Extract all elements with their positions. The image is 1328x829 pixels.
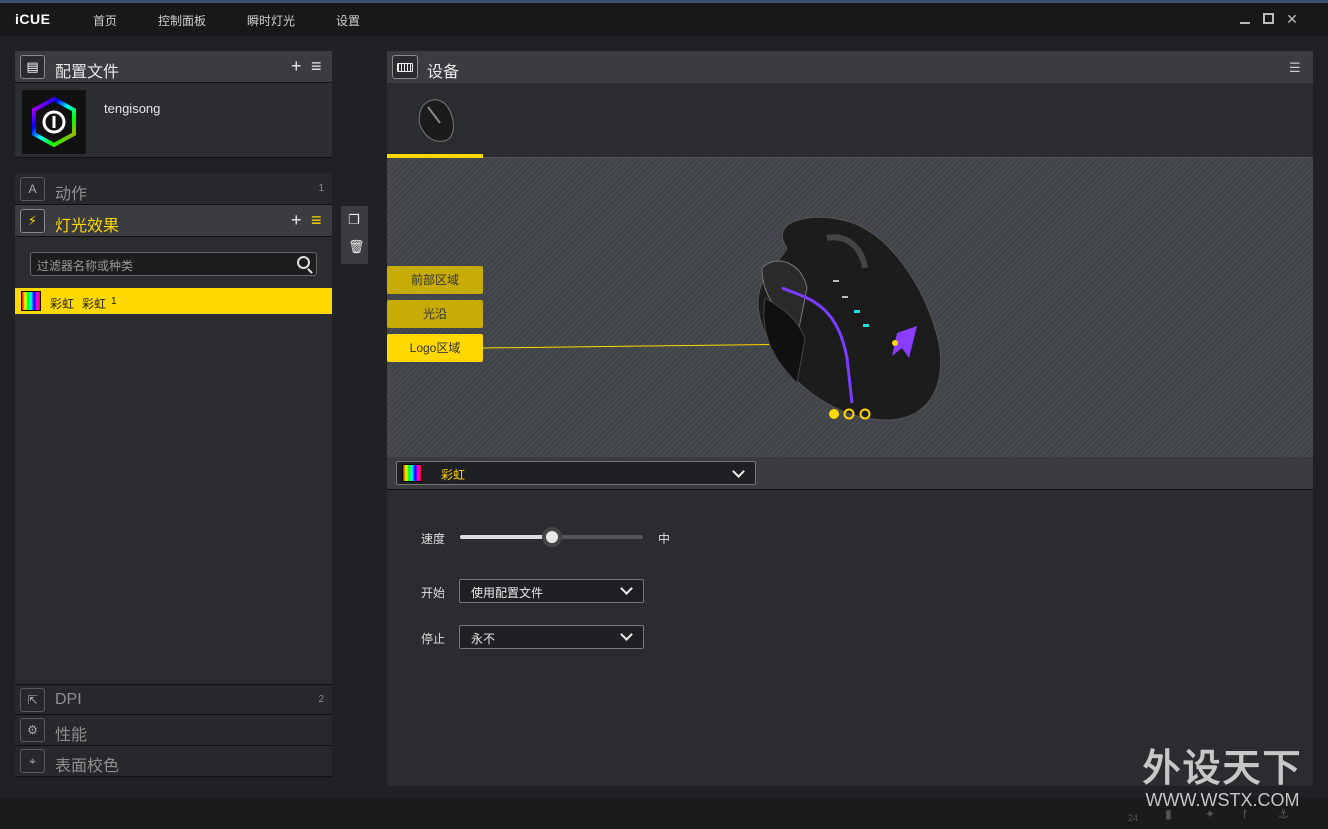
effect-type-select[interactable]: 彩虹 [396,461,756,485]
effect-tools: ❐ 🗑 [341,206,368,264]
nav-instant-lighting[interactable]: 瞬时灯光 [247,12,295,29]
dpi-header[interactable]: ⇱ DPI 2 [15,684,332,715]
watermark: 外设天下 WWW.WSTX.COM [1130,748,1315,810]
profiles-header: ▤ 配置文件 + ≡ [15,51,332,83]
profile-menu-button[interactable]: ≡ [311,56,322,77]
profiles-title: 配置文件 [55,64,120,81]
start-label: 开始 [421,586,446,600]
devices-menu-button[interactable]: ☰ [1289,60,1301,76]
effect-name: 彩虹 [82,297,107,311]
rainbow-swatch-icon [21,291,41,311]
start-select[interactable]: 使用配置文件 [459,579,644,603]
notification-count: 24 [1128,813,1139,823]
dpi-title: DPI [55,691,82,708]
effect-select-bar: 彩虹 [387,457,1313,490]
nav-home[interactable]: 首页 [93,12,117,29]
cursor-icon: ⇱ [20,688,45,712]
left-panel: ▤ 配置文件 + ≡ tengisong A 动作 1 ⚡ 灯光效果 + ≡ 过… [15,51,332,777]
lightning-icon: ⚡ [20,209,45,233]
start-select-value: 使用配置文件 [471,586,544,600]
keyboard-icon [392,55,418,79]
chevron-down-icon [620,582,633,595]
minimize-button[interactable] [1237,11,1253,27]
device-tab-mouse[interactable] [387,83,483,158]
device-preview: 前部区域 光沿 Logo区域 [387,158,1313,457]
chevron-down-icon [620,628,633,641]
effect-list-item[interactable]: 彩虹 彩虹 1 [15,288,332,314]
effect-properties: 速度 中 开始 使用配置文件 停止 永不 [387,490,1313,786]
copy-icon[interactable]: ❐ [348,212,360,228]
icue-logo-icon [32,96,76,148]
mouse-render [482,216,942,421]
chevron-down-icon [732,465,745,478]
lighting-header: ⚡ 灯光效果 + ≡ [15,205,332,237]
search-icon[interactable] [295,255,315,273]
add-profile-button[interactable]: + [291,56,302,77]
speed-slider-fill [460,535,552,539]
speed-slider[interactable] [460,527,643,547]
devices-title: 设备 [427,64,460,81]
profile-card[interactable]: tengisong [15,83,332,158]
stop-select[interactable]: 永不 [459,625,644,649]
speed-value: 中 [658,532,671,546]
stop-label: 停止 [421,632,446,646]
mouse-thumbnail-icon [418,99,454,142]
filter-input[interactable]: 过滤器名称或种类 [30,252,317,276]
devices-header: 设备 ☰ [387,51,1313,83]
trash-icon[interactable]: 🗑 [348,239,365,255]
actions-title: 动作 [55,186,88,203]
app-logo: iCUE [15,11,51,27]
performance-title: 性能 [55,727,88,744]
crosshair-icon: ⌖ [20,749,45,773]
speed-label: 速度 [421,532,446,546]
calibration-header[interactable]: ⌖ 表面校色 [15,746,332,777]
actions-header[interactable]: A 动作 1 [15,174,332,205]
effect-count: 1 [111,296,117,307]
maximize-button[interactable] [1261,11,1277,27]
performance-header[interactable]: ⚙ 性能 [15,715,332,746]
profile-avatar [22,90,86,154]
calibration-title: 表面校色 [55,758,120,775]
profiles-icon: ▤ [20,55,45,79]
bottom-bar: 24 ▮ ✦ f ⚓ [0,797,1328,829]
dpi-count: 2 [318,694,324,705]
title-bar: iCUE 首页 控制面板 瞬时灯光 设置 ✕ [0,0,1328,36]
toggles-icon: ⚙ [20,718,45,742]
actions-icon: A [20,177,45,201]
effect-type-value: 彩虹 [441,468,466,482]
nav-dashboard[interactable]: 控制面板 [158,12,206,29]
rainbow-swatch-icon [402,464,422,482]
watermark-brand: 外设天下 [1142,748,1303,790]
speed-slider-handle[interactable] [541,527,562,547]
close-button[interactable]: ✕ [1284,11,1300,27]
actions-count: 1 [318,183,324,194]
lighting-effects-list: 过滤器名称或种类 彩虹 彩虹 1 [15,237,332,684]
profile-name: tengisong [104,101,161,116]
add-effect-button[interactable]: + [291,210,302,231]
lighting-title: 灯光效果 [55,218,120,235]
watermark-url: WWW.WSTX.COM [1145,790,1300,810]
nav-settings[interactable]: 设置 [336,12,360,29]
effect-type: 彩虹 [50,297,75,311]
effect-menu-button[interactable]: ≡ [311,210,322,231]
device-tabs [387,83,1313,158]
right-panel: 设备 ☰ 前部区域 光沿 Logo区域 彩虹 速度 中 开始 使用配置文件 停止… [387,51,1313,786]
stop-select-value: 永不 [471,632,496,646]
